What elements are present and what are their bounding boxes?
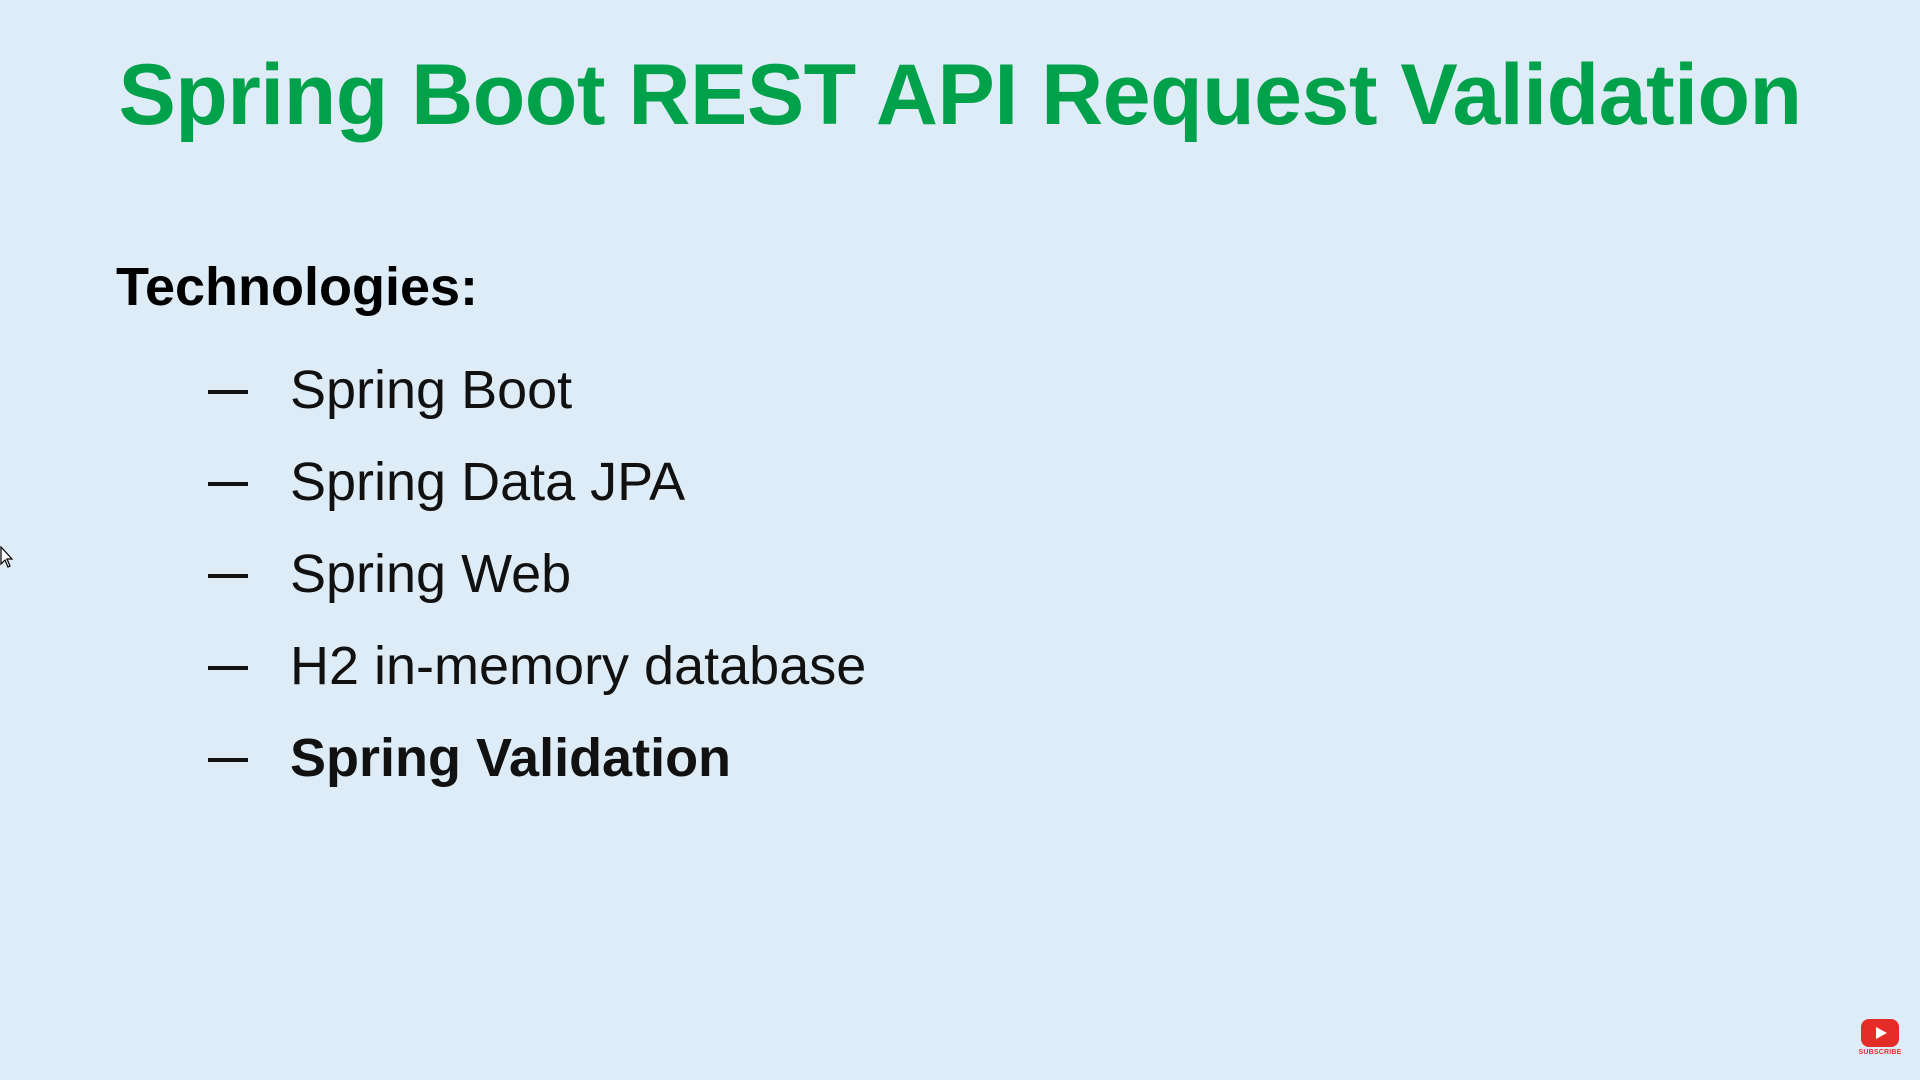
dash-bullet-icon [208, 758, 248, 762]
list-item: Spring Boot [208, 344, 866, 436]
youtube-play-icon [1861, 1019, 1899, 1047]
list-item: Spring Validation [208, 712, 866, 804]
presentation-slide: Spring Boot REST API Request Validation … [0, 0, 1920, 1080]
list-item-label: Spring Web [290, 544, 572, 604]
dash-bullet-icon [208, 574, 248, 578]
list-item: Spring Web [208, 528, 866, 620]
list-item-label: Spring Boot [290, 360, 573, 420]
dash-bullet-icon [208, 666, 248, 670]
technologies-list: Spring Boot Spring Data JPA Spring Web H… [208, 344, 866, 804]
list-item-label: Spring Data JPA [290, 452, 686, 512]
list-item-label: H2 in-memory database [290, 636, 867, 696]
list-item: H2 in-memory database [208, 620, 866, 712]
mouse-pointer-icon [0, 546, 14, 568]
dash-bullet-icon [208, 390, 248, 394]
list-item: Spring Data JPA [208, 436, 866, 528]
subscribe-button[interactable]: SUBSCRIBE [1858, 1019, 1902, 1056]
technologies-heading: Technologies: [116, 257, 479, 317]
slide-title: Spring Boot REST API Request Validation [118, 47, 1802, 143]
list-item-label: Spring Validation [290, 728, 732, 788]
subscribe-label: SUBSCRIBE [1858, 1049, 1902, 1056]
dash-bullet-icon [208, 482, 248, 486]
